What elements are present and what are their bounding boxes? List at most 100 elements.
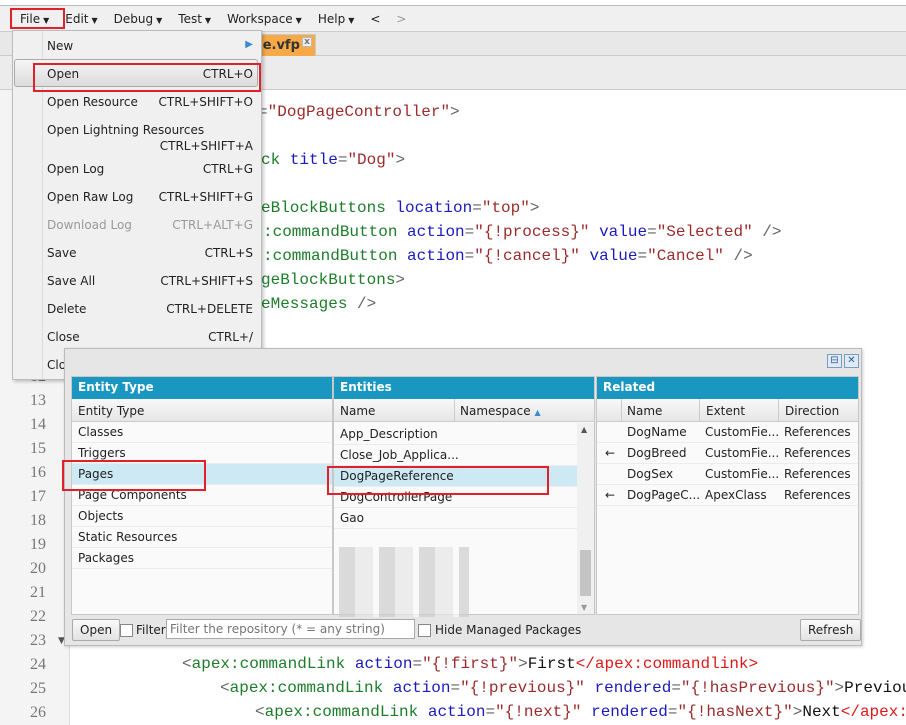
entity-type-row[interactable]: Static Resources bbox=[72, 527, 332, 548]
related-row[interactable]: DogName CustomFie... References bbox=[597, 422, 858, 443]
entity-row[interactable]: Close_Job_Applica... bbox=[334, 445, 577, 466]
open-dialog: ⊟ ✕ Entity Type Entity Type Classes Trigg… bbox=[64, 348, 862, 646]
back-button[interactable]: < bbox=[362, 12, 388, 26]
hide-managed-checkbox[interactable] bbox=[418, 624, 431, 637]
close-icon[interactable]: x bbox=[302, 37, 312, 47]
menu-item-close[interactable]: Close CTRL+/ bbox=[47, 330, 257, 344]
code-line[interactable]: <apex:commandLink action="{!next}" rende… bbox=[255, 702, 906, 722]
code-token: "Selected" bbox=[656, 223, 753, 241]
forward-button[interactable]: > bbox=[388, 12, 414, 26]
highlight-pages bbox=[62, 460, 206, 491]
menu-debug[interactable]: Debug ▼ bbox=[106, 12, 171, 26]
menu-item-shortcut: CTRL+SHIFT+O bbox=[158, 95, 254, 109]
code-token: :commandButton bbox=[263, 247, 408, 265]
entity-type-row[interactable]: Classes bbox=[72, 422, 332, 443]
column-extent[interactable]: Extent bbox=[699, 399, 745, 422]
filter-input[interactable] bbox=[166, 619, 415, 639]
line-number: 23 bbox=[30, 632, 46, 649]
code-token: > bbox=[518, 655, 528, 673]
code-token: < bbox=[220, 679, 230, 697]
highlight-file-menu bbox=[10, 8, 65, 29]
chevron-down-icon: ▼ bbox=[156, 15, 163, 25]
code-line[interactable]: :commandButton action="{!process}" value… bbox=[263, 222, 782, 242]
code-token: eBlockButtons bbox=[261, 199, 396, 217]
menu-help[interactable]: Help ▼ bbox=[310, 12, 363, 26]
code-line[interactable]: <apex:commandLink action="{!previous}" r… bbox=[220, 678, 906, 698]
menu-item-open-lightning-resources[interactable]: Open Lightning Resources CTRL+SHIFT+A bbox=[47, 123, 257, 153]
code-line[interactable]: ck title="Dog"> bbox=[261, 150, 405, 170]
pin-icon[interactable]: ⊟ bbox=[827, 354, 842, 368]
menu-item-shortcut: CTRL+SHIFT+A bbox=[159, 139, 253, 153]
code-token: value bbox=[589, 223, 648, 241]
entity-row[interactable]: Gao bbox=[334, 508, 577, 529]
chevron-down-icon: ▼ bbox=[295, 15, 302, 25]
line-number: 25 bbox=[30, 680, 46, 697]
line-number: 19 bbox=[30, 536, 46, 553]
line-number: 15 bbox=[30, 440, 46, 457]
related-row[interactable]: DogSex CustomFie... References bbox=[597, 464, 858, 485]
menu-item-label: Open Log bbox=[47, 162, 105, 176]
column-namespace[interactable]: Namespace ▲ bbox=[454, 399, 541, 422]
code-line[interactable]: <apex:commandLink action="{!first}">Firs… bbox=[182, 654, 758, 674]
menu-item-delete[interactable]: Delete CTRL+DELETE bbox=[47, 302, 257, 316]
menu-item-open-resource[interactable]: Open Resource CTRL+SHIFT+O bbox=[47, 95, 257, 109]
code-token: apex:commandLink bbox=[229, 679, 393, 697]
column-direction[interactable]: Direction bbox=[778, 399, 839, 422]
code-token: = bbox=[485, 703, 496, 721]
code-line[interactable]: :commandButton action="{!cancel}" value=… bbox=[263, 246, 753, 266]
close-icon[interactable]: ✕ bbox=[844, 354, 859, 368]
column-header[interactable]: Entity Type bbox=[72, 399, 332, 422]
menu-item-save-all[interactable]: Save All CTRL+SHIFT+S bbox=[47, 274, 257, 288]
code-token: /> bbox=[723, 247, 753, 265]
menu-item-open-log[interactable]: Open Log CTRL+G bbox=[47, 162, 257, 176]
chevron-down-icon: ▼ bbox=[204, 15, 212, 25]
code-token: = bbox=[472, 199, 482, 217]
code-line[interactable]: geBlockButtons> bbox=[261, 270, 405, 290]
code-token: "DogPageController" bbox=[267, 103, 451, 121]
related-direction: References bbox=[784, 425, 851, 439]
code-token: = bbox=[464, 247, 475, 265]
code-line[interactable]: ="DogPageController"> bbox=[258, 102, 460, 122]
column-name[interactable]: Name bbox=[621, 399, 662, 422]
menu-item-open-raw-log[interactable]: Open Raw Log CTRL+SHIFT+G bbox=[47, 190, 257, 204]
menu-item-label: Download Log bbox=[47, 218, 132, 232]
entity-type-row[interactable]: Packages bbox=[72, 548, 332, 569]
column-header: Name Extent Direction bbox=[597, 399, 858, 422]
entity-row[interactable]: App_Description bbox=[334, 424, 577, 445]
related-row[interactable]: ← DogPageC... ApexClass References bbox=[597, 485, 858, 506]
menu-item-save[interactable]: Save CTRL+S bbox=[47, 246, 257, 260]
related-pane: Related Name Extent Direction DogName Cus… bbox=[596, 376, 859, 615]
related-row[interactable]: ← DogBreed CustomFie... References bbox=[597, 443, 858, 464]
open-button[interactable]: Open bbox=[72, 619, 121, 641]
entity-type-row[interactable]: Objects bbox=[72, 506, 332, 527]
menu-item-new[interactable]: New ▶ bbox=[47, 39, 257, 53]
menu-item-shortcut: CTRL+DELETE bbox=[166, 302, 253, 316]
line-number: 17 bbox=[30, 488, 46, 505]
code-line[interactable]: eBlockButtons location="top"> bbox=[261, 198, 539, 218]
filter-checkbox[interactable] bbox=[120, 624, 133, 637]
menu-workspace[interactable]: Workspace ▼ bbox=[219, 12, 310, 26]
code-token: title bbox=[289, 151, 338, 169]
code-token: "{!hasNext}" bbox=[677, 703, 793, 721]
refresh-button[interactable]: Refresh bbox=[800, 619, 862, 641]
code-line[interactable]: eMessages /> bbox=[261, 294, 376, 314]
menu-item-shortcut: CTRL+SHIFT+S bbox=[160, 274, 253, 288]
code-token: First bbox=[527, 655, 576, 673]
code-token: eMessages bbox=[261, 295, 358, 313]
scroll-up-icon[interactable]: ▲ bbox=[581, 425, 587, 434]
column-name[interactable]: Name bbox=[340, 404, 375, 418]
entities-header: Entities bbox=[334, 377, 594, 399]
menu-test[interactable]: Test ▼ bbox=[170, 12, 219, 26]
related-direction: References bbox=[784, 446, 851, 460]
column-entity-type[interactable]: Entity Type bbox=[78, 404, 144, 418]
menu-item-download-log[interactable]: Download Log CTRL+ALT+G bbox=[47, 218, 257, 232]
scroll-down-icon[interactable]: ▼ bbox=[581, 603, 587, 612]
scrollbar-thumb[interactable] bbox=[580, 550, 591, 596]
scrollbar[interactable]: ▲ ▼ bbox=[577, 423, 594, 614]
code-token: "Cancel" bbox=[647, 247, 724, 265]
code-token: "{!process}" bbox=[474, 223, 590, 241]
code-token: "{!hasPrevious}" bbox=[680, 679, 835, 697]
related-extent: CustomFie... bbox=[705, 467, 780, 481]
code-token: /> bbox=[752, 223, 782, 241]
code-token: "{!first}" bbox=[422, 655, 519, 673]
